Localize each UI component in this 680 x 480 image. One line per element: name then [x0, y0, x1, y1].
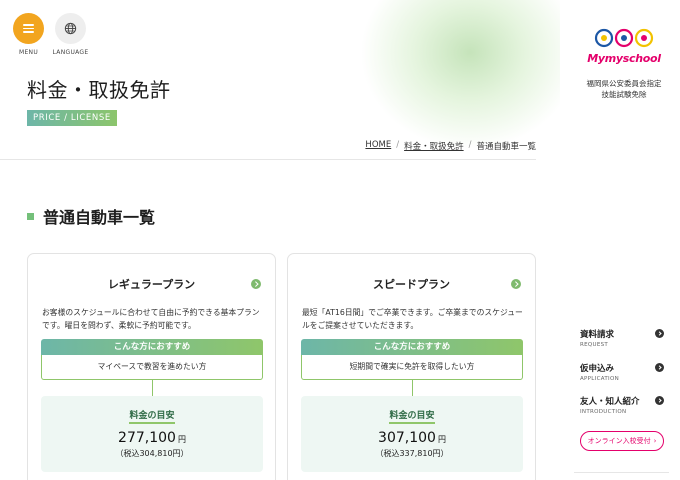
sidebar-item-request[interactable]: 資料請求 REQUEST — [580, 328, 664, 348]
plan-description: お客様のスケジュールに合わせて自由に予約できる基本プランです。曜日を問わず、柔軟… — [42, 308, 260, 330]
arrow-right-icon — [655, 363, 664, 372]
sidebar-item-sublabel: INTRODUCTION — [580, 409, 627, 415]
price-label-underline — [129, 422, 175, 424]
hamburger-icon — [23, 24, 34, 33]
sidebar-item-label: 仮申込み — [580, 364, 615, 374]
page-title: 料金・取扱免許 — [27, 78, 171, 102]
globe-icon — [64, 22, 77, 35]
price-unit: 円 — [437, 435, 446, 444]
sidebar-divider — [574, 472, 669, 473]
plan-card-speed[interactable]: スピードプラン 最短「AT16日間」でご卒業できます。ご卒業までのスケジュールを… — [287, 253, 536, 480]
price-tax-included: （税込304,810円） — [115, 449, 189, 458]
plan-name: レギュラープラン — [107, 278, 196, 291]
sidebar-item-sublabel: APPLICATION — [580, 376, 619, 382]
sidebar-item-application[interactable]: 仮申込み APPLICATION — [580, 362, 664, 382]
price-unit: 円 — [177, 435, 186, 444]
arrow-right-icon — [655, 396, 664, 405]
arrow-right-icon[interactable] — [251, 279, 261, 289]
online-enrollment-label: オンライン入校受付 — [587, 437, 651, 445]
decorative-splash — [360, 0, 560, 150]
connector-line — [152, 380, 153, 396]
price-label: 料金の目安 — [129, 411, 175, 421]
price-value: 307,100 円 — [301, 430, 523, 446]
school-certification-line1: 福岡県公安委員会指定 — [586, 79, 662, 88]
recommend-text: マイペースで教習を進めたい方 — [41, 355, 263, 380]
plan-name: スピードプラン — [373, 278, 450, 291]
breadcrumb-parent-link[interactable]: 料金・取扱免許 — [404, 140, 464, 152]
language-label: LANGUAGE — [52, 49, 89, 56]
menu-label: MENU — [18, 49, 39, 56]
recommend-heading: こんな方におすすめ — [301, 339, 523, 355]
sidebar-item-introduction[interactable]: 友人・知人紹介 INTRODUCTION — [580, 395, 664, 415]
sidebar-item-sublabel: REQUEST — [580, 342, 609, 348]
breadcrumb: HOME / 料金・取扱免許 / 普通自動車一覧 — [365, 140, 536, 152]
sidebar-item-label: 友人・知人紹介 — [580, 397, 640, 407]
breadcrumb-separator: / — [396, 140, 400, 150]
header-divider — [0, 159, 536, 160]
arrow-right-icon — [655, 329, 664, 338]
language-button[interactable] — [55, 13, 86, 44]
plan-card-regular[interactable]: レギュラープラン お客様のスケジュールに合わせて自由に予約できる基本プランです。… — [27, 253, 276, 480]
breadcrumb-home-link[interactable]: HOME — [365, 140, 391, 152]
connector-line — [412, 380, 413, 396]
breadcrumb-current: 普通自動車一覧 — [476, 142, 536, 152]
sidebar-item-label: 資料請求 — [580, 330, 615, 340]
menu-button[interactable] — [13, 13, 44, 44]
breadcrumb-separator: / — [468, 140, 472, 150]
school-logo[interactable] — [584, 24, 664, 74]
price-value: 277,100 円 — [41, 430, 263, 446]
price-tax-included: （税込337,810円） — [375, 449, 449, 458]
price-label-underline — [389, 422, 435, 424]
online-enrollment-button[interactable]: オンライン入校受付 › — [580, 431, 664, 451]
chevron-right-icon: › — [653, 437, 657, 445]
square-bullet-icon — [27, 212, 34, 220]
arrow-right-icon[interactable] — [511, 279, 521, 289]
section-title: 普通自動車一覧 — [27, 204, 155, 228]
price-box: 料金の目安 277,100 円 （税込304,810円） — [41, 396, 263, 472]
recommend-heading: こんな方におすすめ — [41, 339, 263, 355]
price-amount: 307,100 — [378, 430, 436, 446]
recommend-text: 短期間で確実に免許を取得したい方 — [301, 355, 523, 380]
price-amount: 277,100 — [118, 430, 176, 446]
plan-description: 最短「AT16日間」でご卒業できます。ご卒業までのスケジュールをご提案させていた… — [302, 308, 523, 330]
section-title-text: 普通自動車一覧 — [43, 208, 156, 227]
page-subtitle-badge: PRICE / LICENSE — [27, 110, 117, 126]
logo-mark-icon — [594, 28, 654, 48]
school-certification: 福岡県公安委員会指定 技能試験免除 — [576, 78, 672, 100]
logo-wordmark: Mymyschool — [587, 52, 661, 65]
price-box: 料金の目安 307,100 円 （税込337,810円） — [301, 396, 523, 472]
price-label: 料金の目安 — [389, 411, 435, 421]
school-certification-line2: 技能試験免除 — [601, 90, 647, 99]
